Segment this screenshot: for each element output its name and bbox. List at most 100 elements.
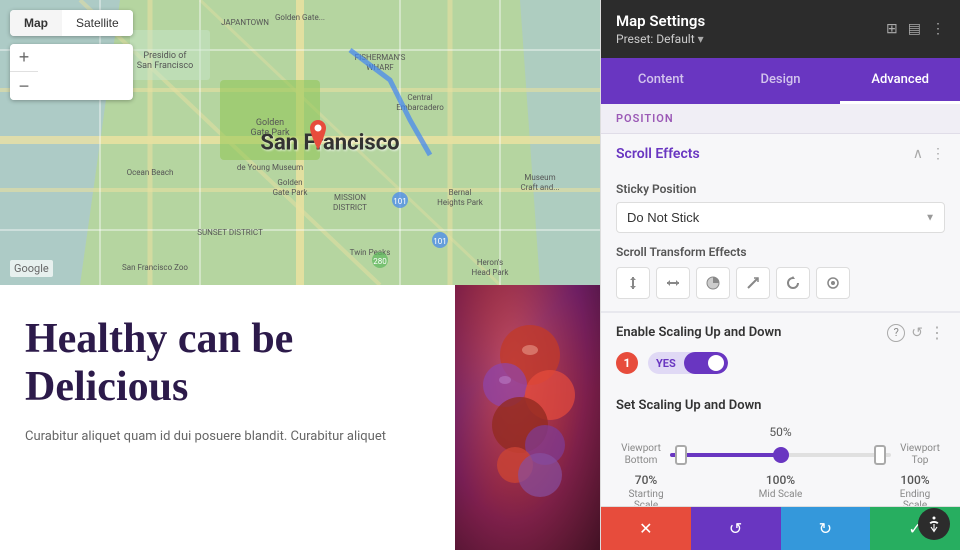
section-actions: ∧ ⋮	[913, 146, 945, 162]
redo-button[interactable]: ↻	[781, 507, 871, 550]
reset-icon[interactable]: ↺	[911, 325, 923, 341]
cancel-button[interactable]: ✕	[601, 507, 691, 550]
mid-scale-value: 100%	[751, 473, 811, 487]
sticky-position-label: Sticky Position	[616, 182, 945, 196]
map-type-toggle[interactable]: Map Satellite	[10, 10, 133, 36]
zoom-out-btn[interactable]: −	[10, 72, 38, 100]
preset-arrow[interactable]: ▾	[698, 32, 704, 46]
svg-text:JAPANTOWN: JAPANTOWN	[221, 18, 269, 27]
badge-number: 1	[616, 352, 638, 374]
zoom-in-btn[interactable]: +	[10, 44, 38, 72]
svg-text:Golden: Golden	[277, 178, 302, 187]
map-type-map-btn[interactable]: Map	[10, 10, 62, 36]
accessibility-button[interactable]	[918, 508, 950, 540]
color-btn[interactable]	[816, 267, 850, 299]
map-controls: Map Satellite + −	[10, 10, 133, 100]
svg-text:Presidio of: Presidio of	[143, 51, 187, 61]
viewport-top-label: Viewport Top	[895, 443, 945, 467]
undo-button[interactable]: ↺	[691, 507, 781, 550]
sticky-position-select[interactable]: Do Not Stick Stick to Top Stick to Botto…	[616, 202, 945, 233]
fullscreen-icon[interactable]: ⊞	[886, 21, 898, 37]
panel-header-left: Map Settings Preset: Default ▾	[616, 12, 705, 46]
svg-text:Central: Central	[407, 93, 432, 102]
help-icon[interactable]: ?	[887, 324, 905, 342]
food-image	[455, 285, 600, 550]
svg-text:101: 101	[433, 237, 447, 246]
blur-btn[interactable]	[736, 267, 770, 299]
scroll-transform-label: Scroll Transform Effects	[616, 245, 945, 259]
map-pin	[306, 120, 330, 150]
rotate-btn[interactable]	[776, 267, 810, 299]
svg-text:DISTRICT: DISTRICT	[333, 203, 367, 212]
slider-track-wrapper: Viewport Bottom Viewport To	[616, 443, 945, 467]
panel-body: POSITION Scroll Effects ∧ ⋮ Sticky Posit…	[601, 104, 960, 506]
slider-section: Set Scaling Up and Down 50% Viewport Bot…	[601, 398, 960, 506]
tab-content[interactable]: Content	[601, 58, 721, 104]
svg-text:Museum: Museum	[524, 173, 555, 182]
scroll-effects-section: Scroll Effects ∧ ⋮ Sticky Position Do No…	[601, 134, 960, 312]
map-visual: Presidio of San Francisco Golden Gate Pa…	[0, 0, 600, 285]
toggle-switch[interactable]	[684, 352, 728, 374]
svg-text:Bernal: Bernal	[449, 188, 472, 197]
tab-bar: Content Design Advanced	[601, 58, 960, 104]
right-panel: Map Settings Preset: Default ▾ ⊞ ▤ ⋮ Con…	[600, 0, 960, 550]
svg-text:Golden Gate...: Golden Gate...	[275, 13, 325, 22]
mid-scale-name: Mid Scale	[751, 489, 811, 500]
scroll-transform-section: Scroll Transform Effects	[601, 245, 960, 311]
opacity-btn[interactable]	[696, 267, 730, 299]
transform-icons-row	[616, 267, 945, 299]
slider-right-handle[interactable]	[874, 445, 886, 465]
vertical-motion-btn[interactable]	[616, 267, 650, 299]
svg-text:Gate Park: Gate Park	[273, 188, 309, 197]
svg-text:Gate Park: Gate Park	[250, 128, 290, 138]
enable-scaling-label: Enable Scaling Up and Down	[616, 325, 881, 340]
sticky-position-field: Sticky Position Do Not Stick Stick to To…	[601, 174, 960, 245]
sticky-position-select-wrapper: Do Not Stick Stick to Top Stick to Botto…	[616, 202, 945, 233]
viewport-bottom-label: Viewport Bottom	[616, 443, 666, 467]
tab-advanced[interactable]: Advanced	[840, 58, 960, 104]
panel-title: Map Settings	[616, 12, 705, 30]
enable-scaling-more-icon[interactable]: ⋮	[929, 323, 945, 342]
panel-header: Map Settings Preset: Default ▾ ⊞ ▤ ⋮	[601, 0, 960, 58]
svg-text:Head Park: Head Park	[472, 268, 510, 277]
scroll-effects-title: Scroll Effects	[616, 146, 700, 162]
left-panel: Presidio of San Francisco Golden Gate Pa…	[0, 0, 600, 550]
header-icons: ⊞ ▤ ⋮	[886, 21, 945, 37]
page-headline: Healthy can be Delicious	[25, 315, 430, 412]
slider-title: Set Scaling Up and Down	[616, 398, 945, 413]
enable-scaling-section: Enable Scaling Up and Down ? ↺ ⋮ 1 YES	[601, 312, 960, 398]
ending-scale-name: EndingScale	[885, 489, 945, 506]
preset-label: Preset: Default	[616, 32, 695, 46]
toggle-yes-label: YES	[648, 353, 684, 374]
svg-text:Heights Park: Heights Park	[437, 198, 484, 207]
scale-labels: 70% StartingScale 100% Mid Scale 100% En…	[616, 473, 945, 506]
map-container: Presidio of San Francisco Golden Gate Pa…	[0, 0, 600, 285]
svg-text:MISSION: MISSION	[334, 193, 366, 202]
more-options-icon[interactable]: ⋮	[931, 21, 945, 37]
svg-text:101: 101	[393, 197, 407, 206]
svg-text:de Young Museum: de Young Museum	[237, 163, 303, 172]
scroll-effects-header: Scroll Effects ∧ ⋮	[601, 134, 960, 174]
tab-design[interactable]: Design	[721, 58, 841, 104]
collapse-icon[interactable]: ∧	[913, 146, 923, 162]
slider-track[interactable]	[670, 453, 891, 457]
svg-text:280: 280	[373, 257, 387, 266]
horizontal-motion-btn[interactable]	[656, 267, 690, 299]
svg-text:Heron's: Heron's	[477, 258, 503, 267]
toggle-knob	[708, 355, 724, 371]
map-type-satellite-btn[interactable]: Satellite	[62, 10, 133, 36]
slider-percentage: 50%	[616, 425, 945, 439]
svg-text:San Francisco Zoo: San Francisco Zoo	[122, 263, 188, 272]
mid-scale-item: 100% Mid Scale	[751, 473, 811, 506]
slider-mid-thumb[interactable]	[773, 447, 789, 463]
content-area: Healthy can be Delicious Curabitur aliqu…	[0, 285, 600, 550]
slider-left-handle[interactable]	[675, 445, 687, 465]
section-more-icon[interactable]: ⋮	[931, 146, 945, 162]
svg-text:Ocean Beach: Ocean Beach	[127, 168, 174, 177]
ending-scale-value: 100%	[885, 473, 945, 487]
starting-scale-item: 70% StartingScale	[616, 473, 676, 506]
svg-text:SUNSET DISTRICT: SUNSET DISTRICT	[197, 228, 263, 237]
toggle-yes-group[interactable]: YES	[648, 352, 728, 374]
google-label: Google	[10, 260, 53, 277]
columns-icon[interactable]: ▤	[908, 21, 921, 37]
